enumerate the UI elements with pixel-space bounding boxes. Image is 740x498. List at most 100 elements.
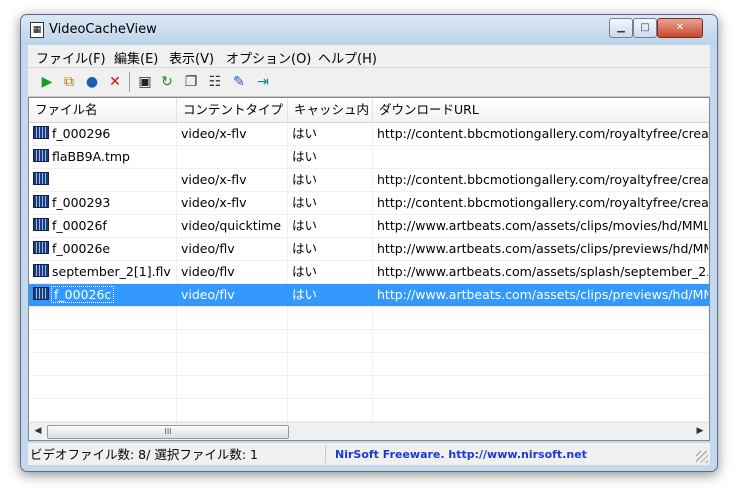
filename-text: september_2[1].flv: [52, 264, 171, 279]
report-icon[interactable]: ✎: [230, 73, 248, 91]
empty-cell: [29, 330, 177, 352]
video-file-icon: [33, 218, 49, 231]
resize-grip[interactable]: [696, 451, 708, 463]
horizontal-scrollbar[interactable]: ◀ III ▶: [29, 422, 709, 440]
empty-row: [29, 376, 709, 399]
menu-options[interactable]: オプション(O): [226, 48, 311, 67]
maximize-button[interactable]: □: [633, 18, 657, 38]
empty-cell: [29, 376, 177, 398]
toolbar: ▶ ⧉ ● ✕ ▣ ↻ ❐ ☷ ✎ ⇥: [28, 68, 710, 97]
empty-cell: [373, 353, 709, 375]
video-file-icon: [33, 264, 49, 277]
refresh-icon[interactable]: ↻: [158, 73, 176, 91]
scroll-right-arrow-icon[interactable]: ▶: [692, 424, 708, 439]
cell-filename: f_00026e: [29, 238, 177, 260]
app-window: ▦ VideoCacheView ▁ □ ✕ ファイル(F) 編集(E) 表示(…: [20, 14, 718, 472]
window-title: VideoCacheView: [49, 22, 157, 37]
empty-row: [29, 399, 709, 422]
column-header-content-type[interactable]: コンテントタイプ: [177, 98, 288, 122]
minimize-button[interactable]: ▁: [609, 18, 633, 38]
empty-cell: [29, 353, 177, 375]
empty-cell: [177, 376, 288, 398]
table-row[interactable]: f_00026c video/flv はい http://www.artbeats.c…: [29, 284, 709, 307]
cell-download-url: [373, 146, 709, 168]
cell-in-cache: はい: [288, 169, 373, 191]
export-icon[interactable]: ⧉: [60, 73, 78, 91]
cell-download-url: http://content.bbcmotiongallery.com/roya…: [373, 123, 709, 145]
title-bar[interactable]: ▦ VideoCacheView ▁ □ ✕: [21, 15, 717, 45]
cell-in-cache: はい: [288, 284, 373, 306]
empty-cell: [288, 376, 373, 398]
table-row[interactable]: september_2[1].flv video/flv はい http://www.…: [29, 261, 709, 284]
filename-text: f_00026c: [50, 286, 115, 303]
table-row[interactable]: video/x-flv はい http://content.bbcmotiongal…: [29, 169, 709, 192]
globe-icon[interactable]: ●: [83, 73, 101, 91]
empty-row: [29, 353, 709, 376]
app-icon: ▦: [30, 22, 44, 38]
empty-cell: [177, 399, 288, 421]
scroll-thumb[interactable]: III: [47, 425, 289, 439]
empty-row: [29, 307, 709, 330]
delete-icon[interactable]: ✕: [106, 73, 124, 91]
video-file-icon: [33, 241, 49, 254]
menu-edit[interactable]: 編集(E): [114, 48, 158, 67]
cell-download-url: http://www.artbeats.com/assets/clips/mov…: [373, 215, 709, 237]
empty-row: [29, 330, 709, 353]
cell-content-type: video/flv: [177, 238, 288, 260]
cell-download-url: http://content.bbcmotiongallery.com/roya…: [373, 192, 709, 214]
table-row[interactable]: flaBB9A.tmp はい: [29, 146, 709, 169]
table-row[interactable]: f_000296 video/x-flv はい http://content.bbcm…: [29, 123, 709, 146]
empty-cell: [373, 399, 709, 421]
filename-text: flaBB9A.tmp: [52, 149, 130, 164]
empty-cell: [177, 307, 288, 329]
status-file-count: ビデオファイル数: 8/ 選択ファイル数: 1: [30, 446, 326, 463]
video-file-icon: [33, 149, 49, 162]
table-row[interactable]: f_000293 video/x-flv はい http://content.bbcm…: [29, 192, 709, 215]
cell-filename: september_2[1].flv: [29, 261, 177, 283]
close-button[interactable]: ✕: [657, 18, 703, 38]
video-file-icon: [33, 126, 49, 139]
cell-filename: f_000293: [29, 192, 177, 214]
empty-cell: [288, 307, 373, 329]
cell-in-cache: はい: [288, 123, 373, 145]
scroll-left-arrow-icon[interactable]: ◀: [30, 424, 46, 439]
menu-view[interactable]: 表示(V): [169, 48, 214, 67]
empty-cell: [288, 353, 373, 375]
cell-in-cache: はい: [288, 192, 373, 214]
menu-help[interactable]: ヘルプ(H): [318, 48, 377, 67]
cell-content-type: video/x-flv: [177, 169, 288, 191]
cell-filename: f_00026c: [29, 284, 177, 306]
video-list[interactable]: ファイル名 コンテントタイプ キャッシュ内 ダウンロードURL f_000296…: [28, 97, 710, 441]
list-rows: f_000296 video/x-flv はい http://content.bbcm…: [29, 123, 709, 440]
cell-in-cache: はい: [288, 215, 373, 237]
table-row[interactable]: f_00026f video/quicktime はい http://www.artb…: [29, 215, 709, 238]
cell-filename: [29, 169, 177, 191]
table-row[interactable]: f_00026e video/flv はい http://www.artbeats.c…: [29, 238, 709, 261]
play-icon[interactable]: ▶: [38, 73, 56, 91]
save-icon[interactable]: ▣: [136, 73, 154, 91]
cell-download-url: http://www.artbeats.com/assets/clips/pre…: [373, 284, 709, 306]
cell-in-cache: はい: [288, 238, 373, 260]
video-file-icon: [33, 195, 49, 208]
exit-icon[interactable]: ⇥: [254, 73, 272, 91]
cell-content-type: video/quicktime: [177, 215, 288, 237]
status-nirsoft-link[interactable]: NirSoft Freeware. http://www.nirsoft.net: [335, 446, 587, 463]
empty-cell: [177, 330, 288, 352]
empty-cell: [373, 376, 709, 398]
list-header: ファイル名 コンテントタイプ キャッシュ内 ダウンロードURL: [29, 98, 709, 123]
cell-download-url: http://www.artbeats.com/assets/clips/pre…: [373, 238, 709, 260]
column-header-filename[interactable]: ファイル名: [29, 98, 177, 122]
copy-icon[interactable]: ❐: [182, 73, 200, 91]
empty-cell: [373, 307, 709, 329]
cell-filename: flaBB9A.tmp: [29, 146, 177, 168]
empty-cell: [288, 330, 373, 352]
column-header-download-url[interactable]: ダウンロードURL: [373, 98, 709, 122]
menu-file[interactable]: ファイル(F): [36, 48, 106, 67]
filename-text: f_00026f: [52, 218, 107, 233]
cell-content-type: video/x-flv: [177, 123, 288, 145]
cell-filename: f_00026f: [29, 215, 177, 237]
properties-icon[interactable]: ☷: [206, 73, 224, 91]
cell-content-type: video/x-flv: [177, 192, 288, 214]
empty-cell: [177, 353, 288, 375]
column-header-in-cache[interactable]: キャッシュ内: [288, 98, 373, 122]
